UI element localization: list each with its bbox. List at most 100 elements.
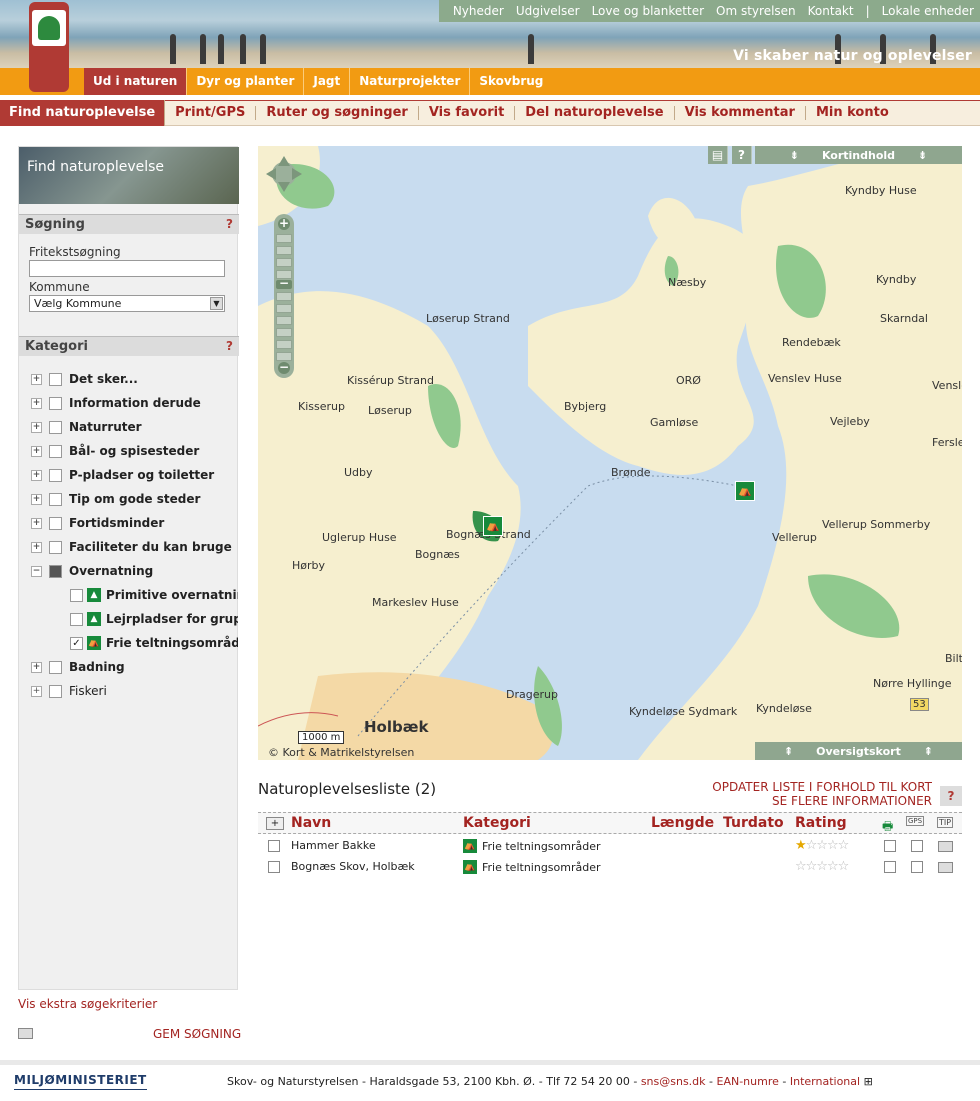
expand-icon[interactable]: +	[31, 541, 42, 553]
zoom-out-icon[interactable]: −	[278, 361, 290, 374]
category-item[interactable]: + Badning	[31, 659, 239, 675]
col-navn[interactable]: Navn	[291, 815, 331, 831]
pan-control[interactable]	[266, 154, 302, 194]
update-list-link[interactable]: OPDATER LISTE I FORHOLD TIL KORT	[712, 780, 932, 794]
expand-icon[interactable]: +	[31, 469, 42, 481]
tip-icon[interactable]: TIP	[937, 817, 954, 828]
tab-find-naturoplevelse[interactable]: Find naturoplevelse	[0, 100, 166, 126]
col-kategori[interactable]: Kategori	[463, 815, 531, 831]
list-help-button[interactable]: ?	[940, 786, 962, 806]
mail-icon[interactable]	[938, 862, 953, 873]
row-name[interactable]: Bognæs Skov, Holbæk	[291, 860, 415, 873]
print-icon[interactable]: 🖶	[882, 817, 893, 838]
expand-all-icon[interactable]: +	[266, 817, 284, 830]
expand-icon[interactable]: +	[31, 493, 42, 505]
kortindhold-toggle[interactable]: ⇟ Kortindhold ⇟	[755, 146, 962, 164]
category-item[interactable]: + Naturruter	[31, 419, 239, 435]
rating-stars[interactable]: ☆☆☆☆☆	[795, 859, 849, 874]
help-icon[interactable]: ?	[226, 339, 233, 353]
mail-icon[interactable]	[938, 841, 953, 852]
top-nav-item[interactable]: Love og blanketter	[586, 4, 710, 18]
top-nav-item[interactable]: Lokale enheder	[876, 4, 980, 18]
category-checkbox[interactable]	[49, 492, 62, 506]
category-checkbox[interactable]	[49, 684, 62, 698]
category-item[interactable]: + Bål- og spisesteder	[31, 443, 239, 459]
ean-link[interactable]: EAN-numre	[717, 1075, 779, 1088]
category-item[interactable]: + Fiskeri	[31, 683, 239, 699]
top-nav-item[interactable]: Udgivelser	[510, 4, 586, 18]
zoom-handle[interactable]: −	[276, 277, 292, 289]
collapse-icon[interactable]: −	[31, 565, 42, 577]
tab-ruter[interactable]: Ruter og søgninger	[256, 106, 419, 120]
mail-icon[interactable]	[18, 1028, 33, 1039]
chevron-down-icon[interactable]: ▼	[210, 297, 223, 310]
expand-icon[interactable]: +	[31, 661, 42, 673]
category-checkbox[interactable]	[49, 396, 62, 410]
more-info-link[interactable]: SE FLERE INFORMATIONER	[712, 794, 932, 808]
top-nav-item[interactable]: Nyheder	[447, 4, 510, 18]
expand-icon[interactable]: +	[31, 445, 42, 457]
tab-vis-kommentar[interactable]: Vis kommentar	[675, 106, 806, 120]
ministry-logo[interactable]: MILJØMINISTERIET	[14, 1073, 147, 1090]
expand-icon[interactable]: +	[31, 685, 42, 697]
main-nav-naturprojekter[interactable]: Naturprojekter	[350, 68, 471, 95]
international-link[interactable]: International	[790, 1075, 860, 1088]
free-text-input[interactable]	[29, 260, 225, 277]
category-item-overnatning[interactable]: − Overnatning	[31, 563, 239, 579]
table-row[interactable]: Hammer Bakke ⛺ Frie teltningsområder ★☆☆☆…	[258, 836, 962, 857]
category-item[interactable]: + Faciliteter du kan bruge	[31, 539, 239, 555]
main-nav-jagt[interactable]: Jagt	[304, 68, 351, 95]
subcategory-item[interactable]: ▲Lejrpladser for grupper	[70, 611, 238, 627]
tab-vis-favorit[interactable]: Vis favorit	[419, 106, 516, 120]
expand-icon[interactable]: +	[31, 517, 42, 529]
tent-marker[interactable]: ⛺	[735, 481, 755, 501]
zoom-in-icon[interactable]: +	[278, 217, 290, 230]
subcategory-checkbox[interactable]	[70, 612, 83, 626]
kommune-select[interactable]: Vælg Kommune ▼	[29, 295, 225, 312]
col-turdato[interactable]: Turdato	[723, 815, 784, 831]
top-nav-item[interactable]: Om styrelsen	[710, 4, 802, 18]
extra-criteria-link[interactable]: Vis ekstra søgekriterier	[18, 997, 157, 1011]
main-nav-ud-i-naturen[interactable]: Ud i naturen	[84, 68, 188, 95]
subcategory-item[interactable]: ▲Primitive overnatningssteder	[70, 587, 238, 603]
category-checkbox[interactable]	[49, 516, 62, 530]
category-item[interactable]: + Fortidsminder	[31, 515, 239, 531]
main-nav-dyr-og-planter[interactable]: Dyr og planter	[187, 68, 305, 95]
oversigtskort-toggle[interactable]: ⇞ Oversigtskort ⇞	[755, 742, 962, 760]
category-checkbox[interactable]	[49, 540, 62, 554]
category-checkbox[interactable]	[49, 564, 62, 578]
subcategory-checkbox[interactable]	[70, 588, 83, 602]
category-checkbox[interactable]	[49, 444, 62, 458]
tent-marker[interactable]: ⛺	[483, 516, 503, 536]
save-search-link[interactable]: GEM SØGNING	[153, 1027, 241, 1041]
category-checkbox[interactable]	[49, 420, 62, 434]
print-icon[interactable]: ▤	[708, 146, 728, 164]
col-laengde[interactable]: Længde	[651, 815, 714, 831]
expand-icon[interactable]: +	[31, 373, 42, 385]
category-checkbox[interactable]	[49, 468, 62, 482]
tab-del[interactable]: Del naturoplevelse	[515, 106, 675, 120]
table-row[interactable]: Bognæs Skov, Holbæk ⛺ Frie teltningsområd…	[258, 857, 962, 878]
gps-checkbox[interactable]	[911, 861, 923, 873]
category-item[interactable]: + P-pladser og toiletter	[31, 467, 239, 483]
subcategory-item[interactable]: ✓⛺Frie teltningsområder	[70, 635, 238, 651]
category-checkbox[interactable]	[49, 372, 62, 386]
top-nav-item[interactable]: Kontakt	[802, 4, 860, 18]
tab-print-gps[interactable]: Print/GPS	[165, 106, 257, 120]
help-button[interactable]: ?	[732, 146, 752, 164]
category-item[interactable]: + Det sker...	[31, 371, 239, 387]
help-icon[interactable]: ?	[226, 217, 233, 231]
main-nav-skovbrug[interactable]: Skovbrug	[470, 68, 552, 95]
expand-icon[interactable]: +	[31, 397, 42, 409]
agency-logo[interactable]	[29, 2, 69, 92]
rating-stars[interactable]: ★☆☆☆☆	[795, 838, 849, 853]
row-checkbox[interactable]	[268, 861, 280, 873]
category-item[interactable]: + Tip om gode steder	[31, 491, 239, 507]
print-checkbox[interactable]	[884, 861, 896, 873]
col-rating[interactable]: Rating	[795, 815, 847, 831]
sitemap-icon[interactable]: ⊞	[864, 1075, 873, 1088]
zoom-slider[interactable]: + − −	[274, 214, 294, 378]
tab-min-konto[interactable]: Min konto	[806, 106, 899, 120]
email-link[interactable]: sns@sns.dk	[641, 1075, 706, 1088]
category-item[interactable]: + Information derude	[31, 395, 239, 411]
